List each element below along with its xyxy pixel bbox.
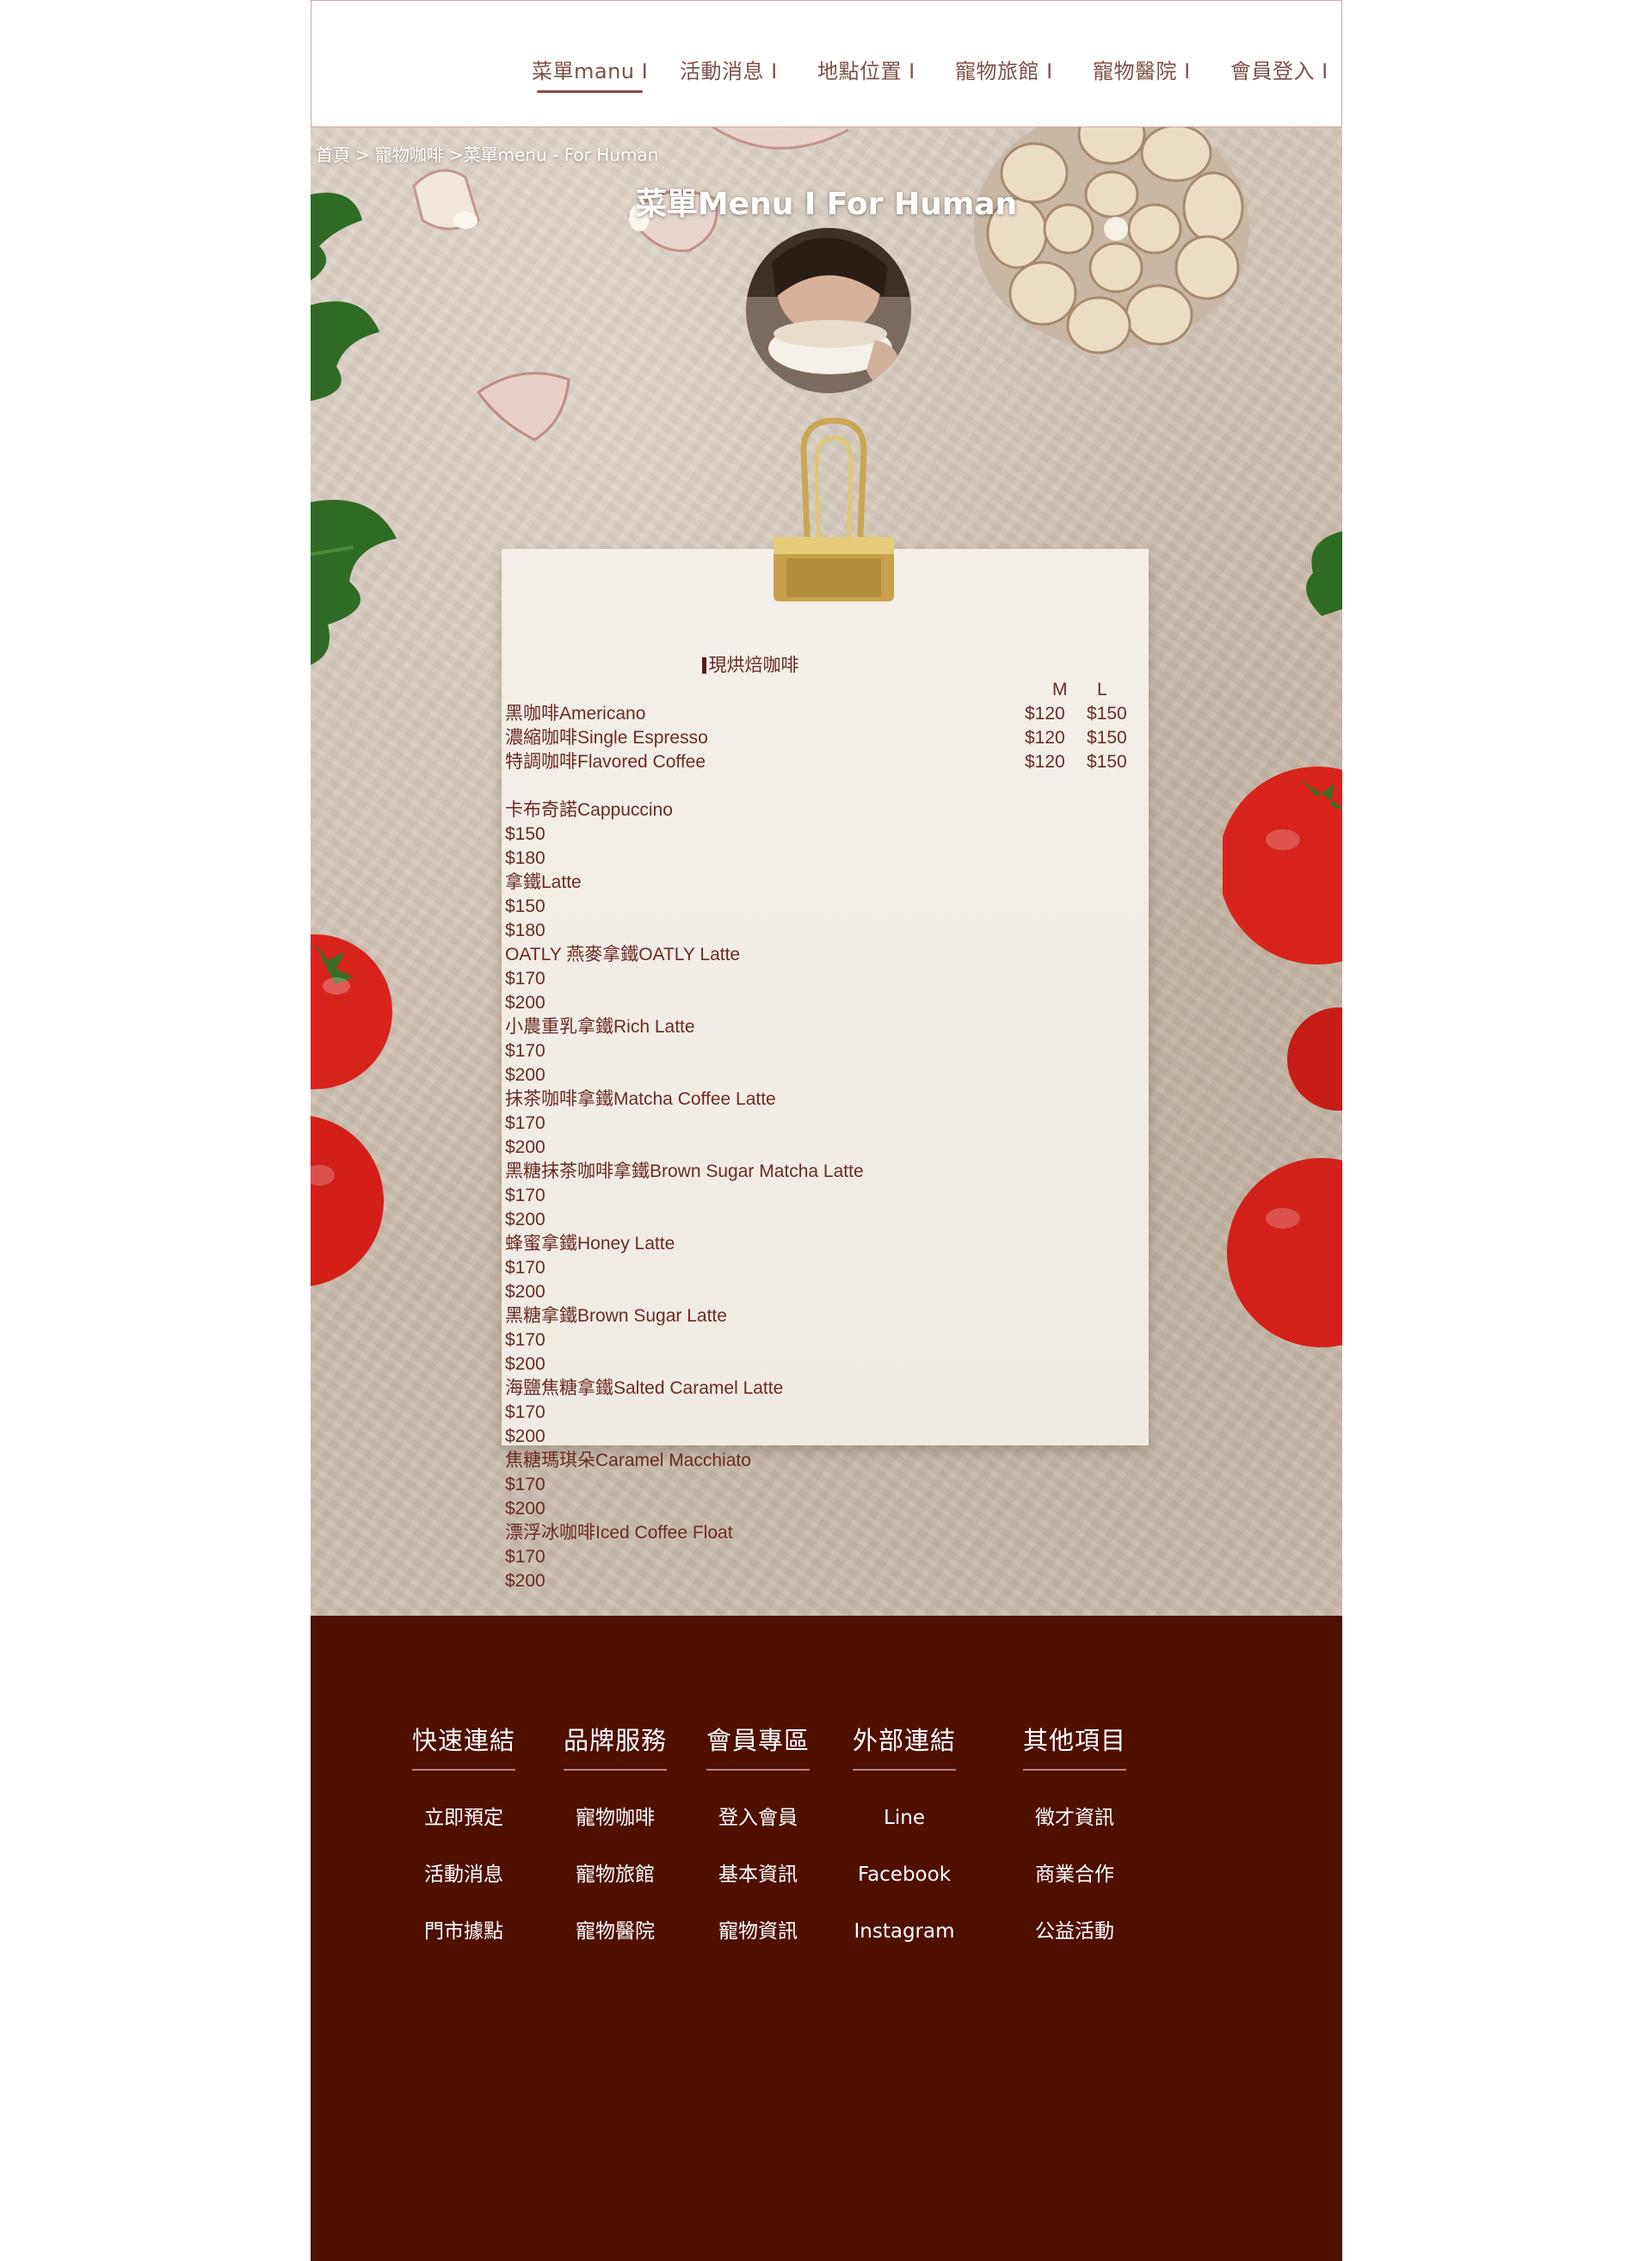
breadcrumb-separator: > xyxy=(355,145,370,165)
list-item: OATLY 燕麥拿鐵OATLY Latte $170 $200 xyxy=(505,945,741,1013)
list-item: 黑糖拿鐵Brown Sugar Latte $170 $200 xyxy=(505,1306,727,1374)
footer-link-pet-hospital[interactable]: 寵物醫院 xyxy=(555,1903,675,1960)
list-item: 黑糖抹茶咖啡拿鐵Brown Sugar Matcha Latte $170 $200 xyxy=(505,1161,864,1229)
nav-item-pet-hospital[interactable]: 寵物醫院 I xyxy=(1093,54,1191,84)
footer-link-careers[interactable]: 徵才資訊 xyxy=(1014,1790,1135,1846)
menu-row: 黑咖啡Americano $120 $150 xyxy=(505,702,1142,726)
footer: 快速連結 立即預定 活動消息 門市據點 品牌服務 寵物咖啡 寵物旅館 寵物醫院 … xyxy=(311,1616,1342,2261)
footer-column-external-links: 外部連結 Line Facebook Instagram xyxy=(844,1721,965,1960)
breadcrumb-home[interactable]: 首頁 xyxy=(316,145,350,165)
list-item: 海鹽焦糖拿鐵Salted Caramel Latte $170 $200 xyxy=(505,1378,784,1446)
nav-item-pet-hotel[interactable]: 寵物旅館 I xyxy=(955,54,1053,84)
footer-link-pet-cafe[interactable]: 寵物咖啡 xyxy=(555,1790,675,1846)
footer-link-line[interactable]: Line xyxy=(844,1790,965,1846)
footer-link-news[interactable]: 活動消息 xyxy=(404,1846,524,1903)
list-item: 抹茶咖啡拿鐵Matcha Coffee Latte $170 $200 xyxy=(505,1089,776,1157)
menu-item-price-m: $120 xyxy=(1025,752,1065,772)
header-bar: 菜單manu I 活動消息 I 地點位置 I 寵物旅館 I 寵物醫院 I 會員登… xyxy=(311,0,1342,127)
menu-row: 特調咖啡Flavored Coffee $120 $150 xyxy=(505,750,1142,774)
footer-link-pet-hotel[interactable]: 寵物旅館 xyxy=(555,1846,675,1903)
breadcrumb: 首頁 > 寵物咖啡 >菜單menu - For Human xyxy=(316,141,663,166)
footer-column-title: 快速連結 xyxy=(411,1721,515,1771)
nav-item-news[interactable]: 活動消息 I xyxy=(680,54,778,84)
list-item: 漂浮冰咖啡Iced Coffee Float $170 $200 xyxy=(505,1523,733,1591)
footer-link-member-login[interactable]: 登入會員 xyxy=(698,1790,818,1846)
menu-item-price-m: $120 xyxy=(1025,728,1065,748)
hero-section: 首頁 > 寵物咖啡 >菜單menu - For Human 菜單Menu I For … xyxy=(311,126,1342,1616)
menu-item-price-l: $150 xyxy=(1087,728,1127,748)
footer-link-stores[interactable]: 門市據點 xyxy=(404,1903,524,1960)
list-item: 拿鐵Latte $150 $180 xyxy=(505,872,582,940)
footer-column-title: 外部連結 xyxy=(852,1721,956,1771)
menu-item-price-l: $150 xyxy=(1087,752,1127,772)
footer-link-business[interactable]: 商業合作 xyxy=(1014,1846,1135,1903)
menu-item-name: 濃縮咖啡Single Espresso xyxy=(505,728,708,748)
list-item: 蜂蜜拿鐵Honey Latte $170 $200 xyxy=(505,1234,675,1302)
size-l-label: L xyxy=(1097,680,1107,699)
list-item: 焦糖瑪琪朵Caramel Macchiato $170 $200 xyxy=(505,1451,751,1519)
footer-link-pet-info[interactable]: 寵物資訊 xyxy=(698,1903,818,1960)
footer-column-brand-services: 品牌服務 寵物咖啡 寵物旅館 寵物醫院 xyxy=(555,1721,675,1960)
footer-column-quick-links: 快速連結 立即預定 活動消息 門市據點 xyxy=(404,1721,524,1960)
footer-link-charity[interactable]: 公益活動 xyxy=(1014,1903,1135,1960)
menu-item-name: 黑咖啡Americano xyxy=(505,704,646,724)
list-item: 卡布奇諾Cappuccino $150 $180 xyxy=(505,800,673,868)
avatar-photo xyxy=(746,228,911,393)
menu-item-price-l: $150 xyxy=(1087,704,1127,724)
page-title: 菜單Menu I For Human xyxy=(635,187,1018,222)
binder-clip-icon xyxy=(774,417,894,601)
footer-column-title: 品牌服務 xyxy=(563,1721,667,1771)
menu-row: 濃縮咖啡Single Espresso $120 $150 xyxy=(505,726,1142,750)
list-item: 小農重乳拿鐵Rich Latte $170 $200 xyxy=(505,1017,695,1085)
footer-link-facebook[interactable]: Facebook xyxy=(844,1846,965,1903)
garlic-clove-icon xyxy=(710,126,849,150)
nav-item-menu[interactable]: 菜單manu I xyxy=(532,54,648,93)
breadcrumb-current: >菜單menu - For Human xyxy=(448,145,659,165)
menu-list: 卡布奇諾Cappuccino $150 $180 拿鐵Latte $150 $180 O… xyxy=(505,798,1142,1593)
menu-item-name: 特調咖啡Flavored Coffee xyxy=(505,752,706,772)
footer-link-basic-info[interactable]: 基本資訊 xyxy=(698,1846,818,1903)
parsley-icon xyxy=(311,193,397,665)
menu-section-heading: 現烘焙咖啡 xyxy=(505,654,996,678)
main-nav: 菜單manu I 活動消息 I 地點位置 I 寵物旅館 I 寵物醫院 I 會員登… xyxy=(311,1,1342,126)
breadcrumb-pet-cafe[interactable]: 寵物咖啡 xyxy=(375,145,444,165)
footer-column-title: 會員專區 xyxy=(706,1721,810,1771)
footer-link-instagram[interactable]: Instagram xyxy=(844,1903,965,1960)
size-m-label: M xyxy=(1052,680,1068,699)
footer-column-member-area: 會員專區 登入會員 基本資訊 寵物資訊 xyxy=(698,1721,818,1960)
footer-column-other: 其他項目 徵才資訊 商業合作 公益活動 xyxy=(1014,1721,1135,1960)
garlic-clove-icon xyxy=(476,372,570,441)
nav-item-member-login[interactable]: 會員登入 I xyxy=(1230,54,1328,84)
nav-item-location[interactable]: 地點位置 I xyxy=(817,54,915,84)
page: 菜單manu I 活動消息 I 地點位置 I 寵物旅館 I 寵物醫院 I 會員登… xyxy=(311,0,1342,2261)
garlic-icon xyxy=(974,126,1249,354)
menu-item-price-m: $120 xyxy=(1025,704,1065,724)
footer-link-book-now[interactable]: 立即預定 xyxy=(404,1790,524,1846)
parsley-icon xyxy=(1306,531,1342,616)
tomato-icon xyxy=(311,934,392,1286)
tomato-icon xyxy=(1223,767,1342,1347)
footer-column-title: 其他項目 xyxy=(1022,1721,1126,1771)
